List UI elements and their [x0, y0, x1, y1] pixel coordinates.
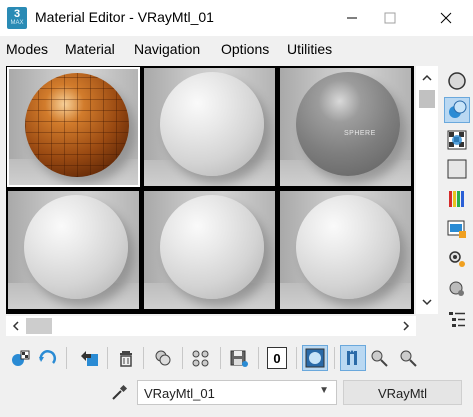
go-to-sibling-icon	[400, 350, 417, 367]
dropdown-arrow-icon: ▼	[319, 385, 329, 396]
vertical-scroll-thumb[interactable]	[419, 90, 435, 108]
show-end-result-button[interactable]	[340, 345, 366, 371]
horizontal-scrollbar[interactable]	[6, 316, 416, 336]
toolbar-separator	[66, 347, 67, 369]
toolbar-separator	[334, 347, 335, 369]
material-preview-sphere-glossy: SPHERE	[296, 72, 400, 176]
toolbar-separator	[143, 347, 144, 369]
go-to-parent-button[interactable]	[367, 345, 393, 371]
viewport-shaded-icon	[305, 348, 325, 368]
scroll-down-button[interactable]	[417, 292, 437, 312]
3dsmax-app-icon: 3 MAX	[7, 7, 27, 29]
sample-slot-4[interactable]	[7, 190, 140, 310]
sample-slot-5[interactable]	[143, 190, 276, 310]
backlight-button[interactable]	[444, 97, 470, 123]
toolbar-separator	[220, 347, 221, 369]
toolbar-separator	[107, 347, 108, 369]
window-title: Material Editor - VRayMtl_01	[35, 9, 214, 25]
toolbar-separator	[258, 347, 259, 369]
put-material-to-scene-button[interactable]	[35, 345, 61, 371]
title-bar: 3 MAX Material Editor - VRayMtl_01	[0, 0, 473, 36]
material-type-button[interactable]: VRayMtl	[343, 380, 462, 405]
video-color-check-button[interactable]	[444, 186, 470, 212]
trash-icon	[120, 351, 132, 367]
make-unique-icon	[192, 350, 209, 367]
material-preview-sphere	[24, 195, 128, 299]
menu-utilities[interactable]: Utilities	[287, 41, 332, 57]
make-unique-button[interactable]	[188, 345, 214, 371]
sample-uv-tiling-button[interactable]	[444, 156, 470, 182]
reset-map-button[interactable]	[113, 345, 139, 371]
scroll-right-button[interactable]	[396, 316, 416, 336]
show-shaded-material-in-viewport-button[interactable]	[302, 345, 328, 371]
sphere-overlay-text: SPHERE	[344, 130, 376, 137]
maximize-button[interactable]	[367, 0, 413, 36]
select-by-material-icon	[449, 281, 464, 296]
put-material-icon	[39, 350, 56, 364]
sample-slot-6[interactable]	[279, 190, 412, 310]
close-button[interactable]	[423, 0, 469, 36]
sample-slot-2[interactable]	[143, 67, 276, 187]
chevron-down-icon	[422, 299, 432, 306]
material-copy-icon	[155, 350, 171, 366]
material-id-channel-button[interactable]: 0	[264, 345, 290, 371]
scroll-left-button[interactable]	[6, 316, 26, 336]
select-by-material-button[interactable]	[444, 276, 470, 302]
close-icon	[440, 12, 452, 24]
eyedropper-icon	[112, 384, 128, 400]
navigator-tree-icon	[449, 312, 465, 327]
go-to-parent-icon	[371, 350, 388, 367]
minimize-icon	[347, 17, 357, 19]
material-preview-sphere	[160, 72, 264, 176]
end-result-icon	[347, 350, 357, 365]
make-material-copy-button[interactable]	[150, 345, 176, 371]
menu-navigation[interactable]: Navigation	[134, 41, 200, 57]
sample-slot-1[interactable]	[7, 67, 140, 187]
get-material-button[interactable]	[8, 345, 34, 371]
go-forward-to-sibling-button[interactable]	[396, 345, 422, 371]
film-preview-icon	[447, 220, 466, 238]
material-id-channel-value: 0	[267, 347, 287, 369]
toolbar-separator	[296, 347, 297, 369]
put-to-library-button[interactable]	[226, 345, 252, 371]
menu-material[interactable]: Material	[65, 41, 115, 57]
sample-type-button[interactable]	[444, 68, 470, 94]
make-preview-button[interactable]	[444, 216, 470, 242]
chevron-up-icon	[422, 74, 432, 81]
material-preview-sphere	[296, 195, 400, 299]
chevron-right-icon	[403, 321, 410, 331]
backlight-icon	[449, 100, 467, 118]
app-icon-number: 3	[13, 8, 21, 20]
maximize-icon	[384, 12, 396, 24]
options-button[interactable]	[444, 246, 470, 272]
checker-background-icon	[447, 130, 467, 150]
material-name-field[interactable]: VRayMtl_01 ▼	[137, 380, 337, 405]
app-icon-sub: MAX	[10, 20, 24, 26]
menu-modes[interactable]: Modes	[6, 41, 48, 57]
material-map-navigator-button[interactable]	[444, 306, 470, 332]
menu-bar: Modes Material Navigation Options Utilit…	[0, 38, 473, 60]
material-name-value: VRayMtl_01	[144, 386, 215, 401]
scroll-up-button[interactable]	[417, 68, 437, 88]
menu-options[interactable]: Options	[221, 41, 269, 57]
gear-icon	[449, 251, 465, 267]
color-bars-icon	[449, 191, 464, 207]
horizontal-scroll-thumb[interactable]	[26, 318, 52, 334]
save-to-library-icon	[230, 350, 248, 367]
pick-material-from-object-button[interactable]	[106, 381, 132, 405]
material-preview-sphere-copper	[25, 73, 129, 177]
assign-material-icon	[81, 351, 98, 366]
chevron-left-icon	[12, 321, 19, 331]
background-button[interactable]	[444, 127, 470, 153]
uv-tiling-icon	[447, 159, 467, 179]
sample-slot-3[interactable]: SPHERE	[279, 67, 412, 187]
assign-material-to-selection-button[interactable]	[77, 345, 103, 371]
toolbar-separator	[182, 347, 183, 369]
sample-slots-panel: SPHERE	[6, 66, 414, 314]
material-preview-sphere	[160, 195, 264, 299]
sphere-sample-icon	[448, 72, 466, 90]
vertical-scrollbar[interactable]	[416, 66, 438, 314]
get-material-icon	[12, 350, 30, 366]
